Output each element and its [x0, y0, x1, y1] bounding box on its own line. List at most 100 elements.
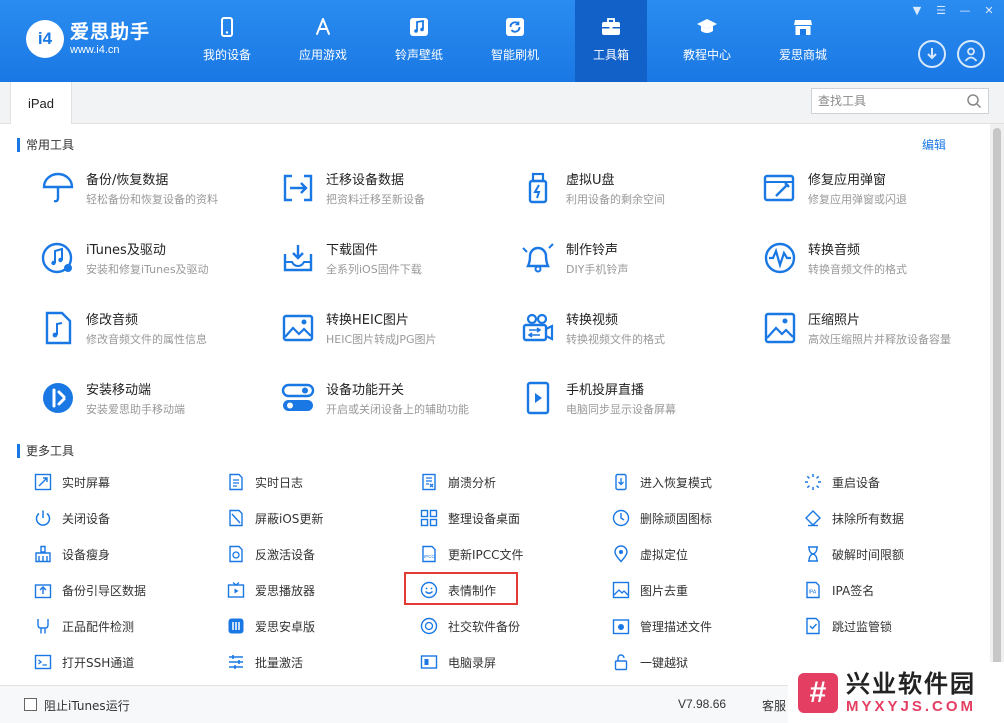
- download-arrow-icon: [927, 48, 937, 60]
- more-crash-analysis[interactable]: 崩溃分析: [420, 470, 600, 494]
- broom-icon: [34, 545, 52, 563]
- more-screen-record[interactable]: 电脑录屏: [420, 650, 600, 674]
- video-convert-icon: [520, 310, 556, 346]
- minimize-icon[interactable]: —: [958, 4, 972, 17]
- version-text: V7.98.66: [678, 697, 727, 711]
- more-open-ssh[interactable]: 打开SSH通道: [34, 650, 214, 674]
- tab-device-ipad[interactable]: iPad: [10, 82, 72, 124]
- tool-screen-cast[interactable]: 手机投屏直播 电脑同步显示设备屏幕: [520, 377, 750, 421]
- nav-ringtones[interactable]: 铃声壁纸: [371, 0, 467, 82]
- location-pin-icon: [612, 545, 630, 563]
- scrollbar-thumb[interactable]: [993, 128, 1001, 681]
- graduation-cap-icon: [696, 16, 718, 38]
- tool-install-mobile[interactable]: 安装移动端 安装爱思助手移动端: [40, 377, 270, 421]
- block-itunes-checkbox[interactable]: [24, 698, 37, 711]
- tool-backup-restore[interactable]: 备份/恢复数据 轻松备份和恢复设备的资料: [40, 167, 270, 211]
- ipcc-icon: IPCC: [420, 545, 438, 563]
- more-virtual-location[interactable]: 虚拟定位: [612, 542, 792, 566]
- nav-toolbox[interactable]: 工具箱: [575, 0, 647, 82]
- tool-itunes-driver[interactable]: iTunes及驱动 安装和修复iTunes及驱动: [40, 237, 270, 281]
- search-input[interactable]: [818, 94, 958, 108]
- more-image-dedupe[interactable]: 图片去重: [612, 578, 792, 602]
- more-realtime-screen[interactable]: 实时屏幕: [34, 470, 214, 494]
- more-i4-player[interactable]: 爱思播放器: [227, 578, 407, 602]
- accessory-check-icon: [34, 617, 52, 635]
- more-backup-boot[interactable]: 备份引导区数据: [34, 578, 214, 602]
- nav-flash[interactable]: 智能刷机: [467, 0, 563, 82]
- crash-analysis-icon: [420, 473, 438, 491]
- vertical-scrollbar[interactable]: [990, 124, 1004, 685]
- audio-file-icon: [40, 310, 76, 346]
- nav-tutorials[interactable]: 教程中心: [659, 0, 755, 82]
- tool-device-switches[interactable]: 设备功能开关 开启或关闭设备上的辅助功能: [280, 377, 510, 421]
- user-account-button[interactable]: [957, 40, 985, 68]
- tool-compress-photo[interactable]: 压缩照片 高效压缩照片并释放设备容量: [762, 307, 992, 351]
- more-one-click-jailbreak[interactable]: 一键越狱: [612, 650, 792, 674]
- tool-virtual-usb[interactable]: 虚拟U盘 利用设备的剩余空间: [520, 167, 750, 211]
- toolbox-icon: [600, 16, 622, 38]
- window-controls: ▼ ☰ — ✕: [910, 4, 996, 17]
- watermark-url: MYXYJS.COM: [846, 697, 977, 715]
- grid-icon: [420, 509, 438, 527]
- more-skip-supervision-lock[interactable]: 跳过监管锁: [804, 614, 984, 638]
- tool-convert-audio[interactable]: 转换音频 转换音频文件的格式: [762, 237, 992, 281]
- more-erase-all-data[interactable]: 抹除所有数据: [804, 506, 984, 530]
- close-icon[interactable]: ✕: [982, 4, 996, 17]
- eraser-icon: [804, 509, 822, 527]
- app-logo: i4 爱思助手 www.i4.cn: [26, 20, 150, 58]
- nav-apps-games[interactable]: 应用游戏: [275, 0, 371, 82]
- more-restart-device[interactable]: 重启设备: [804, 470, 984, 494]
- customer-service-link[interactable]: 客服: [762, 697, 786, 714]
- power-icon: [34, 509, 52, 527]
- realtime-screen-icon: [34, 473, 52, 491]
- tool-migrate-data[interactable]: 迁移设备数据 把资料迁移至新设备: [280, 167, 510, 211]
- edit-link[interactable]: 编辑: [922, 136, 946, 153]
- ipa-sign-icon: IPA: [804, 581, 822, 599]
- phone-icon: [216, 16, 238, 38]
- block-update-icon: [227, 509, 245, 527]
- emoji-maker-highlight-box: [404, 572, 518, 605]
- tool-convert-video[interactable]: 转换视频 转换视频文件的格式: [520, 307, 750, 351]
- more-block-ios-update[interactable]: 屏蔽iOS更新: [227, 506, 407, 530]
- social-backup-icon: [420, 617, 438, 635]
- more-delete-stubborn-icons[interactable]: 删除顽固图标: [612, 506, 792, 530]
- more-realtime-log[interactable]: 实时日志: [227, 470, 407, 494]
- tool-download-firmware[interactable]: 下载固件 全系列iOS固件下载: [280, 237, 510, 281]
- more-accessory-check[interactable]: 正品配件检测: [34, 614, 214, 638]
- more-organize-desktop[interactable]: 整理设备桌面: [420, 506, 600, 530]
- tool-repair-popup[interactable]: 修复应用弹窗 修复应用弹窗或闪退: [762, 167, 992, 211]
- menu-icon[interactable]: ☰: [934, 4, 948, 17]
- repair-window-icon: [762, 170, 798, 206]
- more-manage-profiles[interactable]: 管理描述文件: [612, 614, 792, 638]
- i4-android-icon: [227, 617, 245, 635]
- more-deactivate-device[interactable]: 反激活设备: [227, 542, 407, 566]
- more-ipa-sign[interactable]: IPA IPA签名: [804, 578, 984, 602]
- nav-my-device[interactable]: 我的设备: [179, 0, 275, 82]
- more-i4-android[interactable]: 爱思安卓版: [227, 614, 407, 638]
- watermark-name: 兴业软件园: [846, 669, 976, 698]
- more-crack-time-limit[interactable]: 破解时间限额: [804, 542, 984, 566]
- umbrella-icon: [40, 170, 76, 206]
- more-social-backup[interactable]: 社交软件备份: [420, 614, 600, 638]
- skip-lock-icon: [804, 617, 822, 635]
- download-button[interactable]: [918, 40, 946, 68]
- shirt-icon[interactable]: ▼: [910, 4, 924, 17]
- section-title-more: 更多工具: [17, 444, 74, 458]
- batch-activate-icon: [227, 653, 245, 671]
- more-recovery-mode[interactable]: 进入恢复模式: [612, 470, 792, 494]
- more-batch-activate[interactable]: 批量激活: [227, 650, 407, 674]
- section-title-common: 常用工具: [17, 138, 74, 152]
- screen-record-icon: [420, 653, 438, 671]
- nav-shop[interactable]: 爱思商城: [755, 0, 851, 82]
- search-icon[interactable]: [966, 93, 982, 109]
- tool-make-ringtone[interactable]: 制作铃声 DIY手机铃声: [520, 237, 750, 281]
- more-shutdown-device[interactable]: 关闭设备: [34, 506, 214, 530]
- block-itunes-label[interactable]: 阻止iTunes运行: [44, 697, 130, 714]
- migrate-icon: [280, 170, 316, 206]
- svg-text:IPA: IPA: [809, 590, 817, 596]
- more-update-ipcc[interactable]: IPCC 更新IPCC文件: [420, 542, 600, 566]
- more-device-slim[interactable]: 设备瘦身: [34, 542, 214, 566]
- audio-wave-icon: [762, 240, 798, 276]
- tool-edit-audio[interactable]: 修改音频 修改音频文件的属性信息: [40, 307, 270, 351]
- tool-convert-heic[interactable]: 转换HEIC图片 HEIC图片转成JPG图片: [280, 307, 510, 351]
